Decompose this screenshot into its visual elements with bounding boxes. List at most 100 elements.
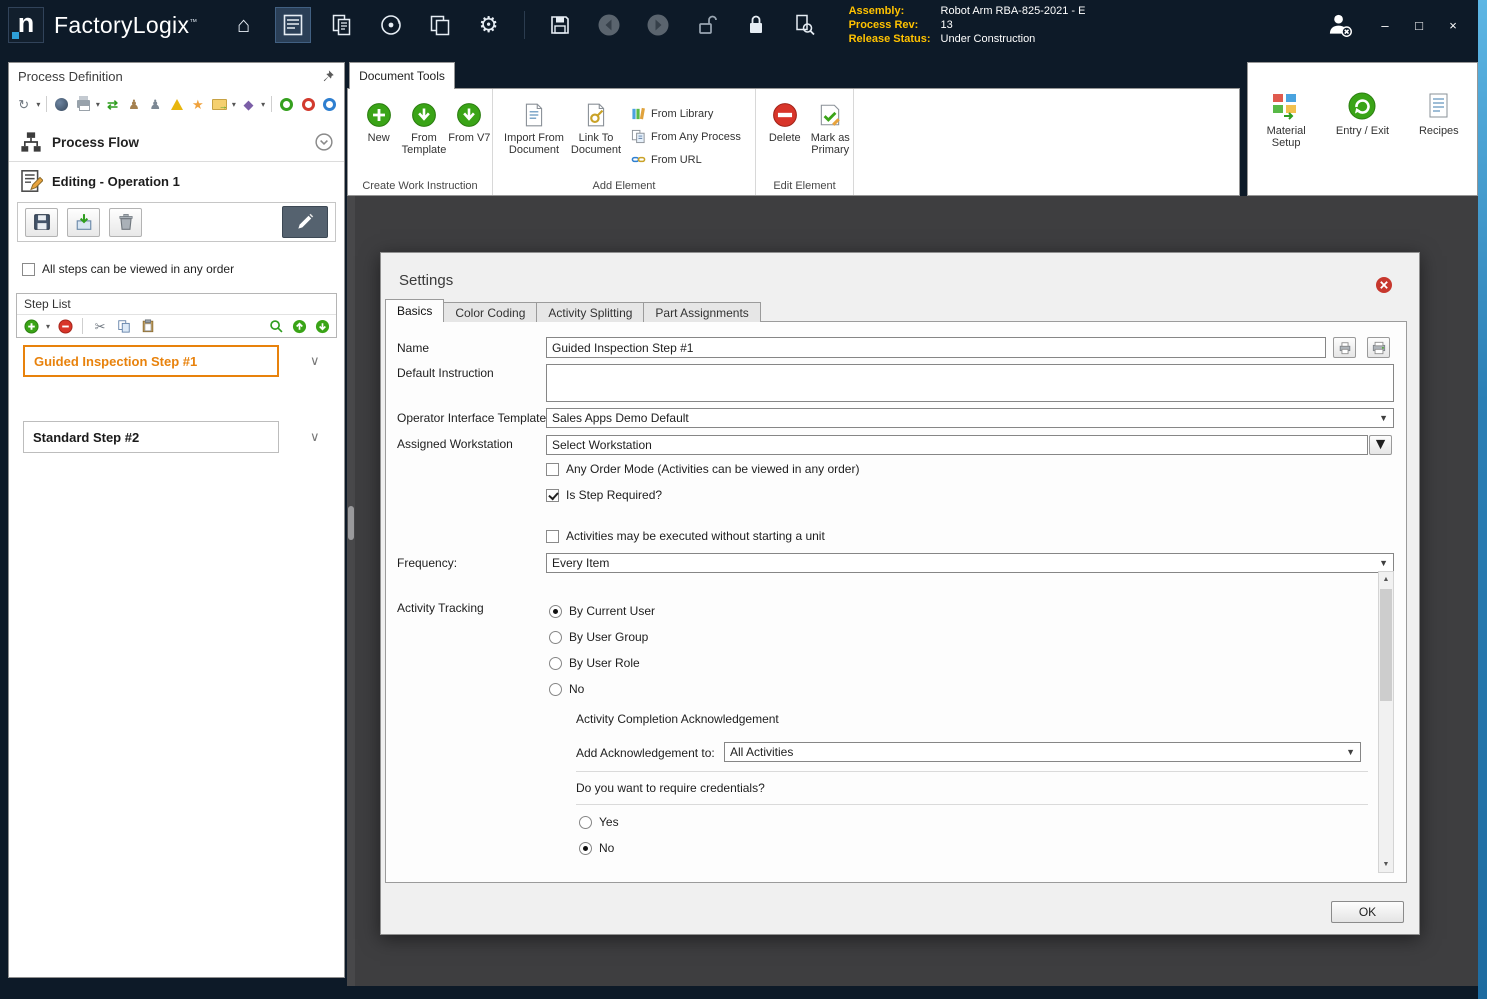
- material-setup-button[interactable]: Material Setup: [1251, 91, 1321, 195]
- zoom-steps-button[interactable]: [267, 318, 285, 335]
- frequency-combobox[interactable]: Every Item ▼: [546, 553, 1394, 573]
- stop-button[interactable]: [299, 96, 316, 113]
- unlock-button[interactable]: [689, 7, 725, 43]
- export-button[interactable]: →: [211, 96, 228, 113]
- tab-color-coding[interactable]: Color Coding: [443, 302, 538, 322]
- any-order-checkbox[interactable]: [22, 262, 35, 276]
- from-any-process-button[interactable]: From Any Process: [631, 125, 741, 148]
- refresh-menu-caret[interactable]: ▾: [36, 100, 40, 109]
- copy-button[interactable]: [422, 7, 458, 43]
- sync-button[interactable]: ⇄: [104, 96, 121, 113]
- save-step-button[interactable]: [25, 207, 58, 237]
- any-order-mode-checkbox[interactable]: [546, 462, 559, 476]
- import-from-document-button[interactable]: Import From Document: [503, 89, 565, 156]
- refresh-button[interactable]: ↻: [15, 96, 32, 113]
- move-step-down-button[interactable]: [313, 318, 331, 335]
- from-library-button[interactable]: From Library: [631, 102, 741, 125]
- tracking-no-radio[interactable]: [549, 682, 562, 696]
- name-input[interactable]: [546, 337, 1326, 358]
- process-flow-row[interactable]: Process Flow: [9, 125, 344, 159]
- home-button[interactable]: ⌂: [226, 7, 262, 43]
- credentials-no-row[interactable]: No: [579, 841, 614, 855]
- lock-button[interactable]: [738, 7, 774, 43]
- back-button[interactable]: [591, 7, 627, 43]
- tab-activity-splitting[interactable]: Activity Splitting: [536, 302, 645, 322]
- scroll-thumb[interactable]: [1380, 589, 1392, 701]
- step-expand-chevron[interactable]: ∨: [310, 429, 320, 445]
- remove-step-button[interactable]: [56, 318, 74, 335]
- info-button[interactable]: [321, 96, 338, 113]
- activities-no-unit-checkbox[interactable]: [546, 529, 559, 543]
- delete-element-button[interactable]: Delete: [762, 89, 808, 144]
- add-user-button[interactable]: ♟: [125, 96, 142, 113]
- delete-step-button[interactable]: [109, 207, 142, 237]
- new-instruction-button[interactable]: New: [356, 89, 401, 144]
- from-url-button[interactable]: From URL: [631, 148, 741, 171]
- user-button[interactable]: ♟: [147, 96, 164, 113]
- maximize-button[interactable]: □: [1412, 18, 1426, 33]
- tracking-user-role-row[interactable]: By User Role: [549, 656, 640, 670]
- workspace-scrollbar[interactable]: [347, 196, 355, 986]
- workspace-scroll-thumb[interactable]: [348, 506, 354, 540]
- cut-button[interactable]: ✂: [91, 318, 109, 335]
- pin-button[interactable]: [321, 69, 335, 83]
- mark-as-primary-button[interactable]: Mark as Primary: [808, 89, 854, 156]
- print-menu-caret[interactable]: ▾: [96, 100, 100, 109]
- user-session-button[interactable]: [1322, 7, 1358, 43]
- save-button[interactable]: [542, 7, 578, 43]
- start-button[interactable]: [278, 96, 295, 113]
- workstation-combobox[interactable]: Select Workstation: [546, 435, 1368, 455]
- print-button[interactable]: [75, 96, 92, 113]
- copy-name-button[interactable]: [1333, 337, 1356, 358]
- copy-step-button[interactable]: [115, 318, 133, 335]
- activities-no-unit-row[interactable]: Activities may be executed without start…: [546, 529, 825, 543]
- edit-mode-button[interactable]: [282, 206, 328, 238]
- tracking-current-user-radio[interactable]: [549, 604, 562, 618]
- module-menu-caret[interactable]: ▾: [261, 100, 265, 109]
- credentials-no-radio[interactable]: [579, 841, 592, 855]
- tab-part-assignments[interactable]: Part Assignments: [643, 302, 761, 322]
- credentials-yes-row[interactable]: Yes: [579, 815, 619, 829]
- module-button[interactable]: ◆: [240, 96, 257, 113]
- scroll-up-button[interactable]: ▲: [1379, 572, 1393, 587]
- any-order-row[interactable]: All steps can be viewed in any order: [9, 242, 344, 276]
- tab-basics[interactable]: Basics: [385, 299, 445, 322]
- disc-button[interactable]: [373, 7, 409, 43]
- add-step-button[interactable]: [22, 318, 40, 335]
- copy-all-names-button[interactable]: [1367, 337, 1390, 358]
- documents-button[interactable]: [324, 7, 360, 43]
- tab-document-tools[interactable]: Document Tools: [349, 62, 455, 89]
- settings-button[interactable]: ⚙: [471, 7, 507, 43]
- step-item-standard-step[interactable]: Standard Step #2: [23, 421, 279, 453]
- link-to-document-button[interactable]: Link To Document: [565, 89, 627, 156]
- from-v7-button[interactable]: From V7: [447, 89, 492, 144]
- dialog-scrollbar[interactable]: ▲ ▼: [1378, 571, 1394, 873]
- test-button[interactable]: [168, 96, 185, 113]
- step-item-guided-inspection[interactable]: Guided Inspection Step #1: [23, 345, 279, 377]
- scroll-down-button[interactable]: ▼: [1379, 857, 1393, 872]
- collapse-button[interactable]: [315, 133, 333, 151]
- step-required-checkbox[interactable]: [546, 488, 559, 502]
- process-editor-button[interactable]: [274, 7, 311, 43]
- close-button[interactable]: ×: [1446, 18, 1460, 33]
- minimize-button[interactable]: –: [1378, 18, 1392, 33]
- tracking-user-role-radio[interactable]: [549, 656, 562, 670]
- step-required-row[interactable]: Is Step Required?: [546, 488, 662, 502]
- import-step-button[interactable]: [67, 207, 100, 237]
- audit-search-button[interactable]: [787, 7, 823, 43]
- ok-button[interactable]: OK: [1331, 901, 1404, 923]
- tracking-user-group-row[interactable]: By User Group: [549, 630, 648, 644]
- credentials-yes-radio[interactable]: [579, 815, 592, 829]
- paste-button[interactable]: [139, 318, 157, 335]
- favorite-button[interactable]: ★: [189, 96, 206, 113]
- from-template-button[interactable]: From Template: [401, 89, 446, 156]
- add-step-caret[interactable]: ▾: [46, 322, 50, 331]
- step-expand-chevron[interactable]: ∨: [310, 353, 320, 369]
- tracking-no-row[interactable]: No: [549, 682, 584, 696]
- forward-button[interactable]: [640, 7, 676, 43]
- move-step-up-button[interactable]: [290, 318, 308, 335]
- any-order-mode-row[interactable]: Any Order Mode (Activities can be viewed…: [546, 462, 859, 476]
- tracking-user-group-radio[interactable]: [549, 630, 562, 644]
- oit-combobox[interactable]: Sales Apps Demo Default ▼: [546, 408, 1394, 428]
- workstation-dropdown-button[interactable]: ▼: [1369, 435, 1392, 455]
